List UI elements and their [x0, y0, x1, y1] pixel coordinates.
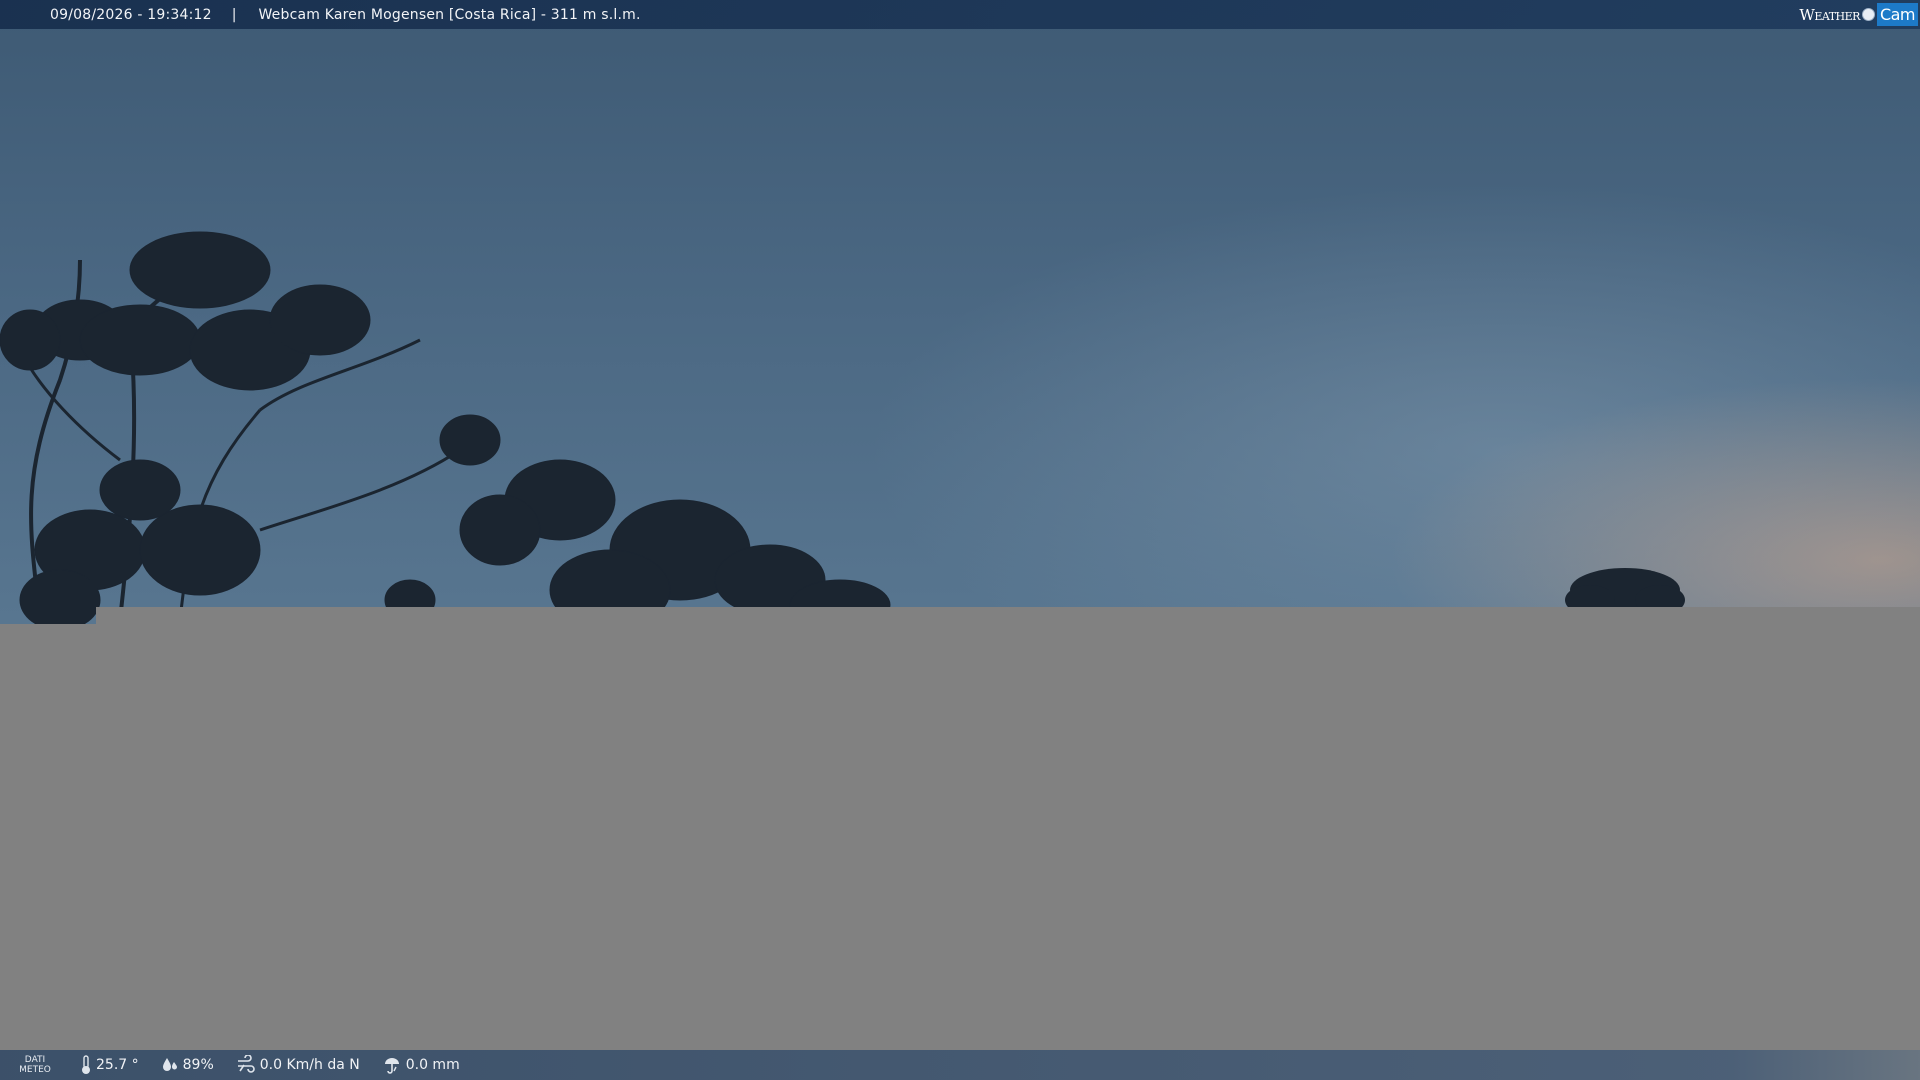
label-line2: METEO [19, 1065, 51, 1075]
rain-value: 0.0 mm [405, 1057, 460, 1073]
temperature-value: 25.7 ° [96, 1057, 139, 1073]
brand-weather: Weather [1799, 5, 1860, 24]
webcam-image [0, 0, 1920, 1080]
humidity-value: 89% [182, 1057, 214, 1073]
gray-overlay-left [0, 624, 96, 1050]
datetime: 09/08/2026 - 19:34:12 [50, 6, 212, 23]
humidity-reading: 89% [161, 1056, 214, 1074]
tree-silhouette-left [0, 231, 891, 630]
label-line1: DATI [24, 1055, 46, 1065]
rain-gauge-icon [384, 1058, 399, 1074]
wind-reading: 0.0 Km/h da N [236, 1055, 360, 1075]
gray-overlay [96, 607, 1920, 1050]
webcam-title: Webcam Karen Mogensen [Costa Rica] - 311… [258, 6, 641, 23]
separator: | [231, 6, 237, 23]
brand-cam: Cam [1876, 3, 1918, 26]
humidity-drop-icon [162, 1058, 177, 1071]
thermometer-icon [82, 1055, 90, 1074]
header-bar: 09/08/2026 - 19:34:12 | Webcam Karen Mog… [0, 0, 1920, 29]
wind-icon [237, 1055, 255, 1073]
globe-icon [1861, 8, 1875, 21]
rain-reading: 0.0 mm [382, 1055, 460, 1075]
dati-meteo-label: DATI METEO [0, 1055, 70, 1075]
wind-value: 0.0 Km/h da N [259, 1057, 360, 1073]
temperature-reading: 25.7 ° [80, 1055, 139, 1075]
weathercam-logo-icon[interactable]: Weather Cam [1799, 0, 1918, 29]
weather-data-bar: DATI METEO 25.7 ° 89% 0.0 Km/h da N 0.0 … [0, 1050, 1920, 1080]
